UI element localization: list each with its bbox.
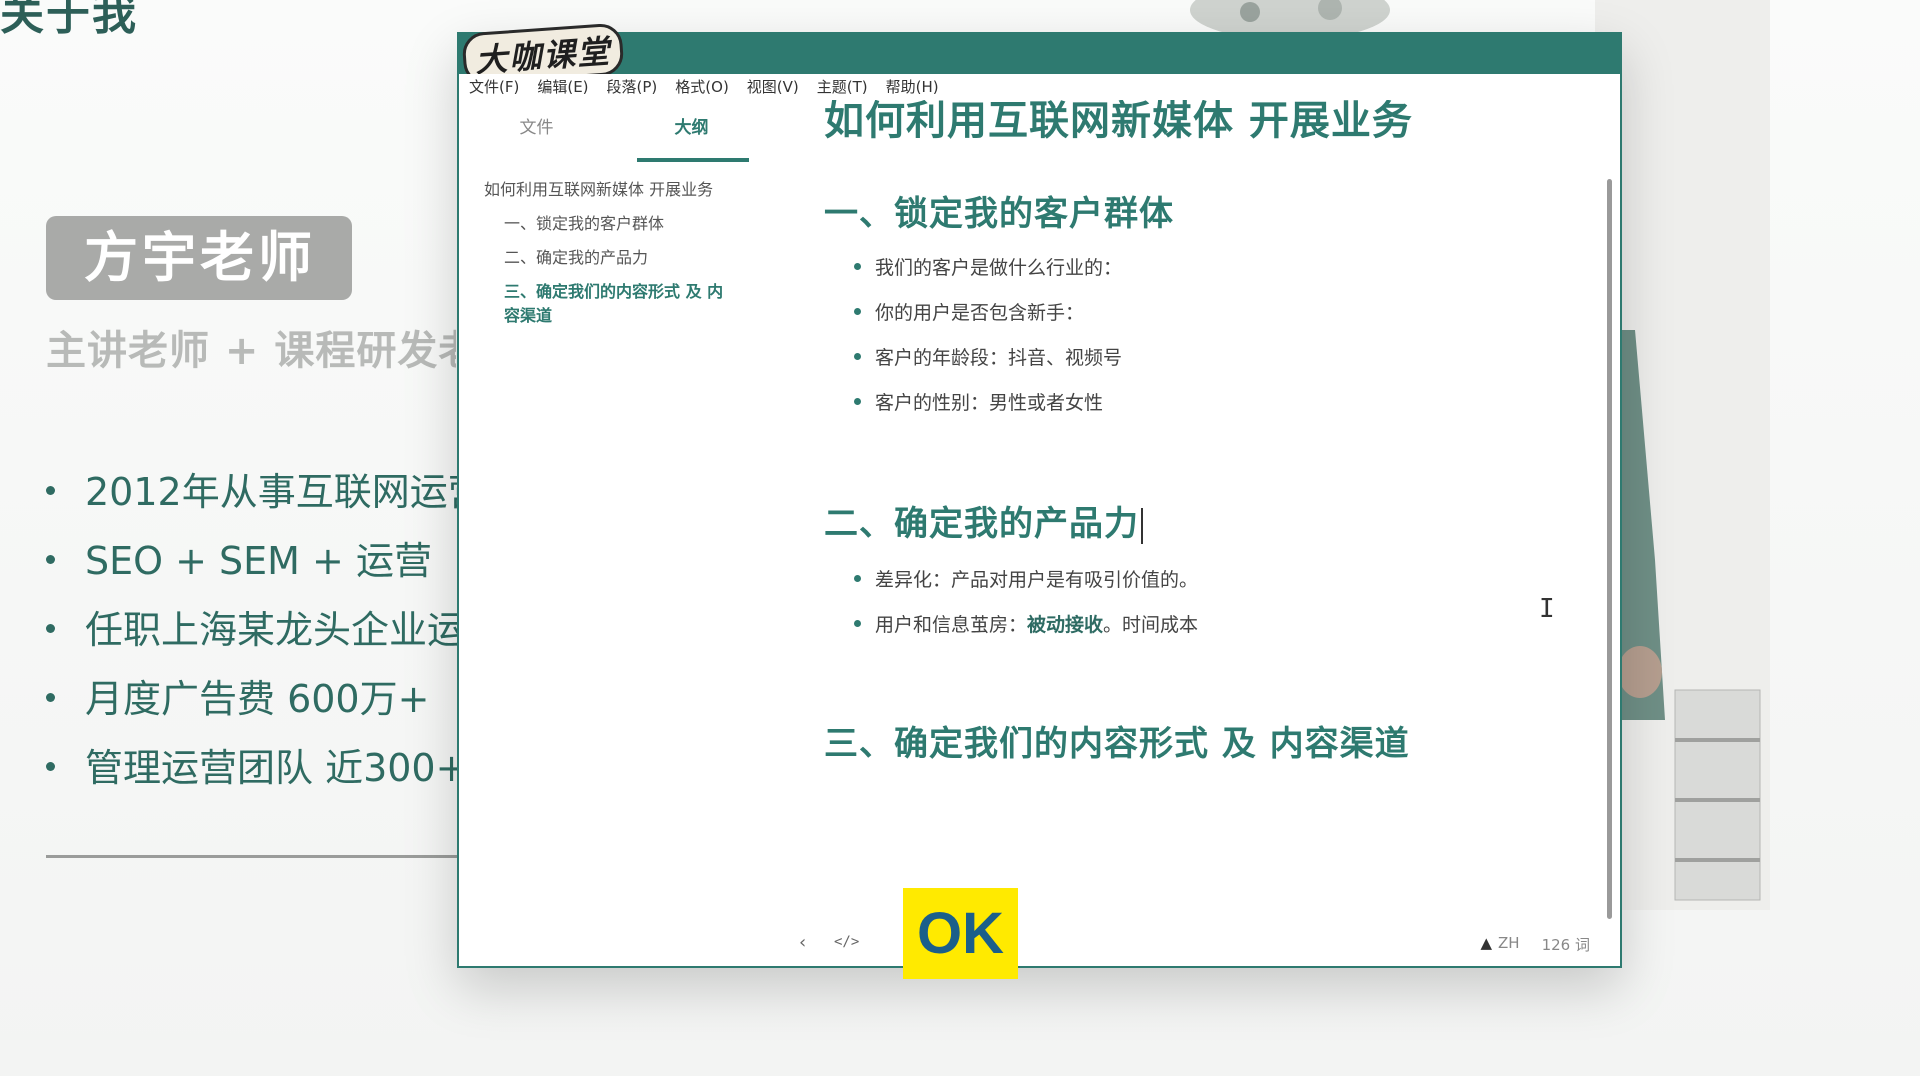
bullet-dot-icon [46, 486, 55, 495]
back-chevron-icon[interactable]: ‹ [799, 932, 806, 953]
bullet-dot-icon [854, 620, 861, 627]
title-bar[interactable] [459, 34, 1620, 74]
active-tab-indicator [637, 158, 749, 162]
word-count[interactable]: 126 词 [1542, 934, 1590, 955]
slide-bullet: 任职上海某龙头企业运营 [46, 604, 460, 673]
list-item[interactable]: 你的用户是否包含新手： [854, 299, 1122, 344]
slide-bullet-text: 月度广告费 600万+ [85, 677, 430, 721]
menu-theme[interactable]: 主题(T) [817, 74, 868, 100]
list-item[interactable]: 用户和信息茧房：被动接收。时间成本 [854, 611, 1198, 656]
section-heading-2-text: 二、确定我的产品力 [824, 504, 1139, 544]
list-item[interactable]: 客户的性别：男性或者女性 [854, 389, 1122, 434]
tab-outline[interactable]: 大纲 [614, 100, 769, 160]
typora-editor-window: 大咖课堂 文件(F) 编辑(E) 段落(P) 格式(O) 视图(V) 主题(T)… [457, 22, 1622, 968]
menu-format[interactable]: 格式(O) [675, 74, 729, 100]
language-indicator[interactable]: ▲ ZH [1480, 934, 1519, 955]
slide-bullet-text: 任职上海某龙头企业运营 [85, 608, 460, 652]
vertical-scrollbar[interactable] [1607, 179, 1612, 919]
slide-bullet-text: 管理运营团队 近300+ [85, 746, 460, 790]
outline-item-section-3[interactable]: 三、确定我们的内容形式 及 内容渠道 [484, 280, 739, 328]
slide-heading: 关于我 [0, 0, 138, 40]
text-cursor [1141, 507, 1143, 544]
bullet-dot-icon [46, 693, 55, 702]
sidebar: 文件 大纲 如何利用互联网新媒体 开展业务 一、锁定我的客户群体 二、确定我的产… [459, 100, 769, 960]
list-item-text: 客户的年龄段：抖音、视频号 [875, 347, 1123, 369]
list-item-text: 我们的客户是做什么行业的： [875, 257, 1123, 279]
menu-paragraph[interactable]: 段落(P) [607, 74, 658, 100]
list-item-text: 你的用户是否包含新手： [875, 302, 1085, 324]
list-item-bold: 被动接收 [1027, 614, 1104, 636]
warning-icon: ▲ [1480, 934, 1493, 952]
section-heading-3[interactable]: 三、确定我们的内容形式 及 内容渠道 [824, 716, 1410, 765]
section-2-list: 差异化：产品对用户是有吸引价值的。 用户和信息茧房：被动接收。时间成本 [854, 566, 1198, 656]
bullet-dot-icon [46, 762, 55, 771]
slide-bullet-text: SEO + SEM + 运营 [85, 539, 432, 583]
list-item-suffix: 。时间成本 [1103, 614, 1199, 636]
sidebar-tabs: 文件 大纲 [459, 100, 769, 162]
language-label: ZH [1498, 934, 1520, 952]
list-item-prefix: 用户和信息茧房： [875, 614, 1028, 636]
slide-bullet-text: 2012年从事互联网运营 [85, 470, 460, 514]
list-item[interactable]: 客户的年龄段：抖音、视频号 [854, 344, 1122, 389]
bullet-dot-icon [854, 263, 861, 270]
bullet-dot-icon [46, 624, 55, 633]
list-item[interactable]: 差异化：产品对用户是有吸引价值的。 [854, 566, 1198, 611]
slide-bullet: 管理运营团队 近300+ [46, 742, 460, 811]
status-right: ▲ ZH 126 词 [1480, 934, 1590, 955]
ibeam-cursor-icon: I [1539, 594, 1555, 624]
menu-bar: 文件(F) 编辑(E) 段落(P) 格式(O) 视图(V) 主题(T) 帮助(H… [459, 74, 1620, 100]
slide-bullet: 2012年从事互联网运营 [46, 466, 460, 535]
status-bar: ‹ </> ▲ ZH 126 词 [459, 922, 1620, 966]
menu-edit[interactable]: 编辑(E) [537, 74, 588, 100]
slide-bullet-list: 2012年从事互联网运营 SEO + SEM + 运营 任职上海某龙头企业运营 … [46, 466, 460, 811]
list-item-text: 客户的性别：男性或者女性 [875, 392, 1104, 414]
teacher-role: 主讲老师 + 课程研发老师 [46, 328, 456, 374]
menu-file[interactable]: 文件(F) [469, 74, 519, 100]
bullet-dot-icon [854, 353, 861, 360]
source-code-icon[interactable]: </> [834, 934, 859, 950]
outline-item-section-2[interactable]: 二、确定我的产品力 [484, 246, 769, 270]
document-area[interactable]: 如何利用互联网新媒体 开展业务 一、锁定我的客户群体 我们的客户是做什么行业的：… [769, 100, 1589, 920]
list-item-text: 差异化：产品对用户是有吸引价值的。 [875, 569, 1199, 591]
document-title[interactable]: 如何利用互联网新媒体 开展业务 [824, 100, 1413, 146]
tab-files[interactable]: 文件 [459, 100, 614, 160]
section-heading-2[interactable]: 二、确定我的产品力 [824, 496, 1143, 545]
bullet-dot-icon [854, 398, 861, 405]
menu-view[interactable]: 视图(V) [747, 74, 799, 100]
slide-bullet: SEO + SEM + 运营 [46, 535, 460, 604]
menu-help[interactable]: 帮助(H) [886, 74, 939, 100]
outline-list: 如何利用互联网新媒体 开展业务 一、锁定我的客户群体 二、确定我的产品力 三、确… [459, 160, 769, 328]
ok-sticker: OK [903, 888, 1018, 979]
bullet-dot-icon [854, 308, 861, 315]
section-1-list: 我们的客户是做什么行业的： 你的用户是否包含新手： 客户的年龄段：抖音、视频号 … [854, 254, 1122, 434]
section-heading-1[interactable]: 一、锁定我的客户群体 [824, 186, 1174, 235]
slide-divider [46, 855, 460, 858]
outline-item-section-1[interactable]: 一、锁定我的客户群体 [484, 212, 769, 236]
bullet-dot-icon [46, 555, 55, 564]
teacher-name-badge: 方宇老师 [46, 216, 352, 300]
outline-item-title[interactable]: 如何利用互联网新媒体 开展业务 [484, 178, 769, 202]
bullet-dot-icon [854, 575, 861, 582]
slide-bullet: 月度广告费 600万+ [46, 673, 460, 742]
list-item[interactable]: 我们的客户是做什么行业的： [854, 254, 1122, 299]
